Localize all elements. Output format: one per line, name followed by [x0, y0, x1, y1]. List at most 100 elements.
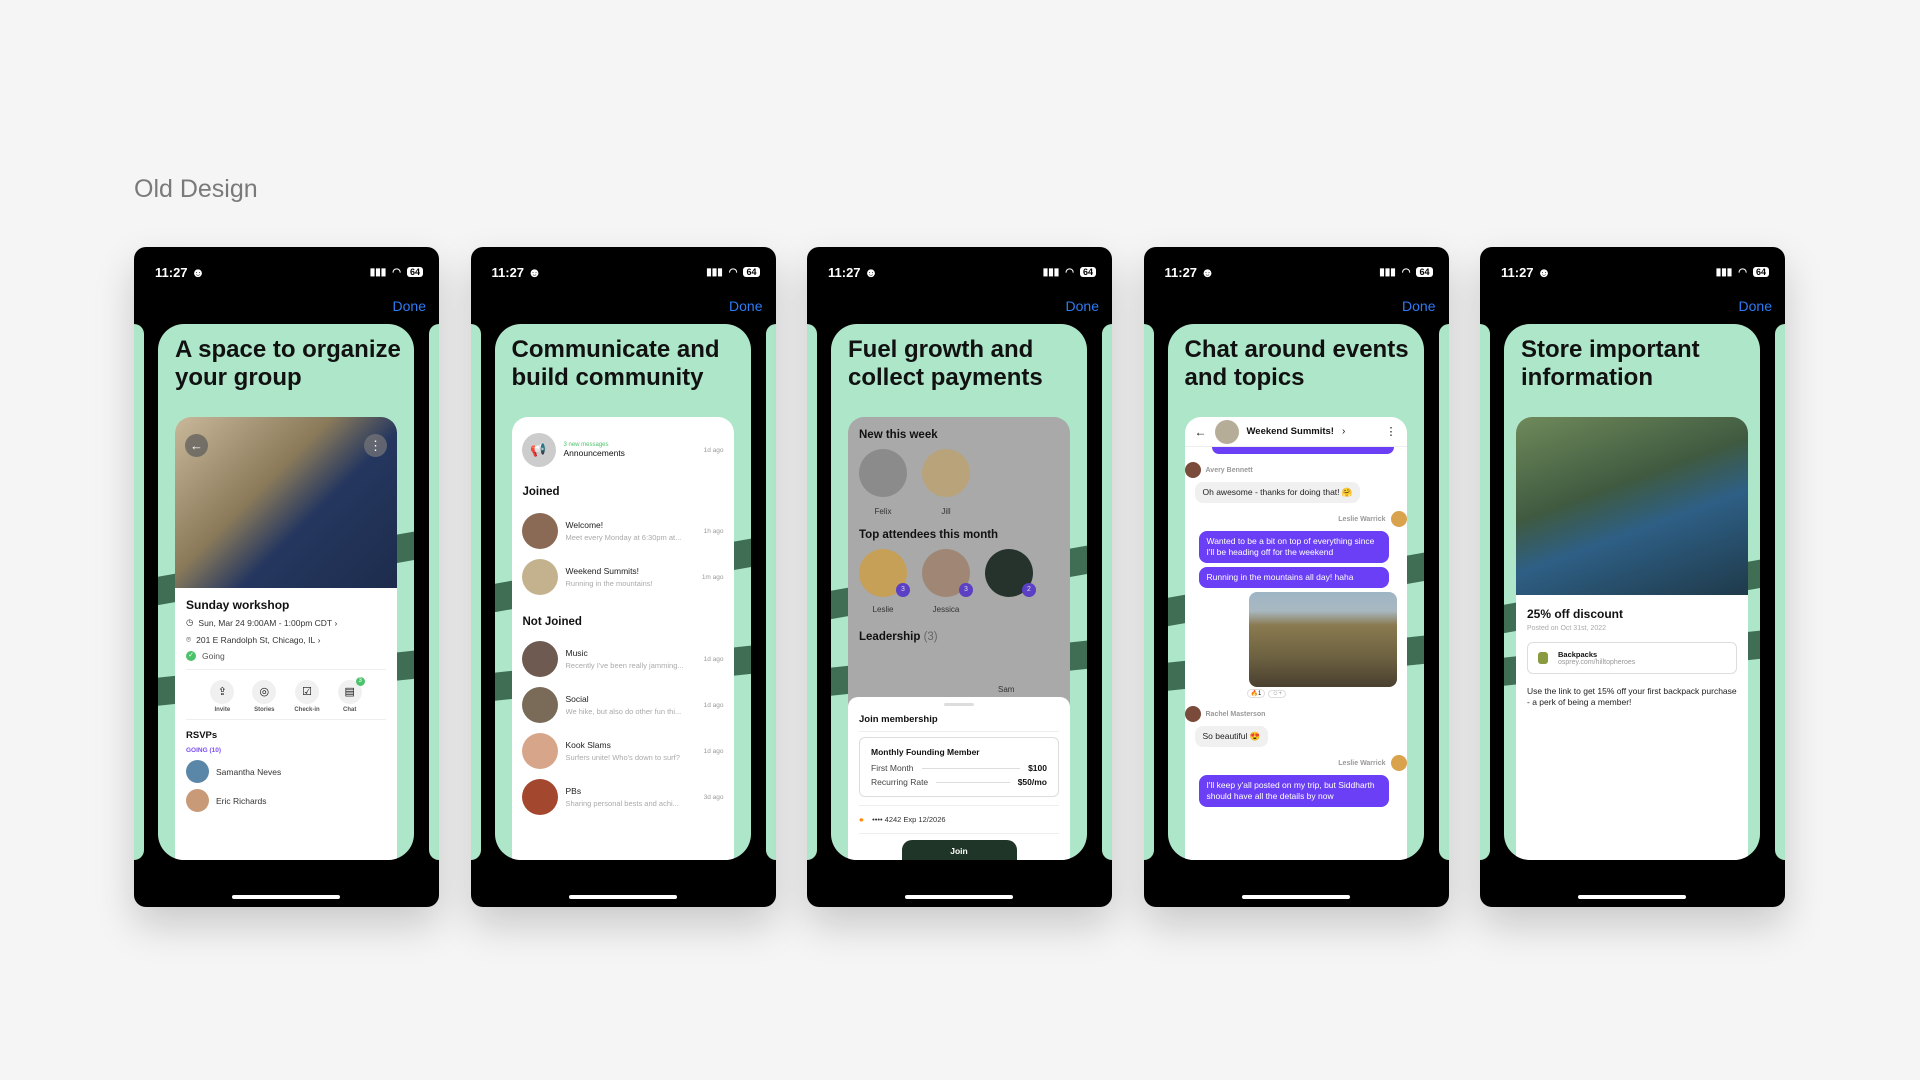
wifi-icon: ◠ — [1401, 266, 1411, 278]
more-options-icon[interactable]: ⋮ — [1386, 425, 1397, 438]
group-time: 1d ago — [703, 655, 724, 663]
message-bubble[interactable]: I'll keep y'all posted on my trip, but S… — [1198, 775, 1389, 807]
feature-card: Fuel growth and collect payments New thi… — [831, 324, 1087, 860]
avatar — [186, 760, 209, 783]
phone-mockup: 11:27 ☻ ▮▮▮ ◠ 64 Done Communicate and buil… — [470, 247, 776, 907]
prev-card-peek[interactable] — [1480, 324, 1490, 860]
group-name: Weekend Summits! — [565, 566, 640, 576]
home-indicator — [568, 895, 677, 899]
prev-card-peek[interactable] — [470, 324, 481, 860]
done-button[interactable]: Done — [393, 298, 426, 314]
top-attendee[interactable]: 2 — [985, 549, 1036, 615]
action-check-in[interactable]: ☑ Check-in — [294, 680, 320, 713]
message-bubble[interactable]: Oh awesome - thanks for doing that! 🤗 — [1194, 482, 1361, 503]
event-detail: ← ⋮ Sunday workshop ◷ Sun, Mar 24 9:00AM … — [175, 417, 397, 860]
group-time: 1d ago — [703, 701, 724, 709]
chevron-right-icon[interactable]: › — [1342, 426, 1345, 437]
member-name — [985, 605, 1033, 615]
action-label: Stories — [254, 707, 275, 713]
done-button[interactable]: Done — [729, 298, 762, 314]
phone-mockup: 11:27 ☻ ▮▮▮ ◠ 64 Done Fuel growth and coll… — [807, 247, 1112, 907]
link-card[interactable]: Backpacks osprey.com/hilltopheroes — [1527, 642, 1737, 674]
event-time[interactable]: Sun, Mar 24 9:00AM - 1:00pm CDT — [198, 618, 332, 628]
signal-icon: ▮▮▮ — [1379, 266, 1396, 278]
attendee-row[interactable]: Eric Richards — [186, 789, 386, 812]
check-circle-icon: ✓ — [186, 651, 196, 661]
payment-method[interactable]: ●● •••• 4242 Exp 12/2026 — [859, 805, 1059, 834]
next-card-peek[interactable] — [765, 324, 776, 860]
next-card-peek[interactable] — [429, 324, 439, 860]
attendance-badge: 3 — [896, 583, 910, 597]
message-bubble[interactable]: Wanted to be a bit on top of everything … — [1198, 531, 1389, 563]
message-bubble[interactable]: Running in the mountains all day! haha — [1198, 567, 1389, 588]
action-chat[interactable]: ▤ 3 Chat — [337, 677, 365, 713]
group-list-item[interactable]: Social We hike, but also do other fun thi… — [512, 682, 734, 728]
battery-icon: 64 — [1416, 267, 1433, 277]
instagram-icon: ◎ — [252, 680, 277, 704]
event-name: Sunday workshop — [186, 598, 290, 612]
action-invite[interactable]: ⇪ Invite — [210, 680, 235, 713]
group-preview: Recently I've been really jamming... — [565, 661, 684, 670]
done-button[interactable]: Done — [1402, 298, 1435, 314]
more-options-button[interactable]: ⋮ — [364, 434, 387, 457]
done-button[interactable]: Done — [1739, 298, 1772, 314]
signal-icon: ▮▮▮ — [1715, 266, 1733, 278]
phone-mockup: 11:27 ☻ ▮▮▮ ◠ 64 Done Chat around events a… — [1143, 247, 1449, 907]
group-list-item[interactable]: Kook Slams Surfers unite! Who's down to s… — [512, 728, 734, 774]
status-time: 11:27 — [828, 264, 861, 280]
card-details: •••• 4242 Exp 12/2026 — [872, 815, 946, 824]
link-title: Backpacks — [1558, 650, 1598, 659]
next-card-peek[interactable] — [1438, 324, 1449, 860]
avatar — [1390, 511, 1407, 527]
shared-photo[interactable] — [1248, 592, 1397, 687]
back-button[interactable]: ← — [185, 434, 208, 457]
top-attendee[interactable]: 3 Leslie — [859, 549, 910, 615]
status-bar: 11:27 ☻ ▮▮▮ ◠ 64 — [155, 264, 423, 280]
attendee-name: Eric Richards — [216, 795, 267, 806]
group-time: 1d ago — [703, 747, 724, 755]
clipboard-icon: ☑ — [295, 680, 319, 704]
prev-card-peek[interactable] — [807, 324, 817, 860]
prev-card-peek[interactable] — [1143, 324, 1154, 860]
attendee-row[interactable]: Samantha Neves — [186, 760, 386, 783]
prev-card-peek[interactable] — [134, 324, 144, 860]
join-button[interactable]: Join — [901, 840, 1017, 860]
sheet-handle[interactable] — [944, 703, 974, 706]
top-attendees-heading: Top attendees this month — [859, 529, 999, 541]
status-time: 11:27 — [491, 264, 525, 280]
group-time: 1m ago — [701, 573, 724, 581]
group-list-item[interactable]: Music Recently I've been really jamming..… — [512, 636, 734, 682]
member[interactable]: Felix — [859, 449, 907, 516]
action-label: Invite — [214, 707, 231, 713]
home-indicator — [1578, 895, 1686, 899]
plan-card[interactable]: Monthly Founding Member First Month $100 … — [859, 737, 1059, 797]
done-button[interactable]: Done — [1066, 298, 1099, 314]
reaction-chip[interactable]: 🔥1 — [1246, 689, 1266, 698]
chat-title[interactable]: Weekend Summits! — [1247, 426, 1334, 437]
message-bubble[interactable]: So beautiful 😍 — [1194, 726, 1269, 747]
next-card-peek[interactable] — [1102, 324, 1112, 860]
announcements-item[interactable]: 📢 3 new messages Announcements 1d ago — [512, 430, 734, 470]
phone-mockup: 11:27 ☻ ▮▮▮ ◠ 64 Done Store important info… — [1480, 247, 1785, 907]
add-reaction-icon[interactable]: ☺+ — [1268, 689, 1286, 698]
member[interactable]: Jill — [922, 449, 970, 516]
new-this-week-heading: New this week — [859, 429, 938, 441]
card-title: Chat around events and topics — [1184, 336, 1409, 391]
action-label: Check-in — [294, 707, 320, 713]
going-count[interactable]: GOING (10) — [186, 747, 386, 754]
attendance-badge: 3 — [959, 583, 973, 597]
group-avatar — [521, 559, 558, 595]
group-list-item[interactable]: PBs Sharing personal bests and achi... 3d… — [512, 774, 734, 820]
top-attendee[interactable]: 3 Jessica — [922, 549, 973, 615]
member-name: Felix — [874, 507, 892, 516]
next-card-peek[interactable] — [1775, 324, 1785, 860]
action-stories[interactable]: ◎ Stories — [252, 680, 277, 713]
avatar — [1390, 755, 1407, 771]
event-location[interactable]: 201 E Randolph St, Chicago, IL — [196, 635, 315, 645]
group-list-item[interactable]: Welcome! Meet every Monday at 6:30pm at..… — [512, 508, 734, 554]
group-avatar — [521, 641, 558, 677]
rsvp-status[interactable]: Going — [202, 651, 225, 661]
battery-icon: 64 — [1752, 267, 1769, 277]
group-list-item[interactable]: Weekend Summits! Running in the mountains… — [512, 554, 734, 600]
back-arrow-icon[interactable]: ← — [1195, 425, 1207, 439]
